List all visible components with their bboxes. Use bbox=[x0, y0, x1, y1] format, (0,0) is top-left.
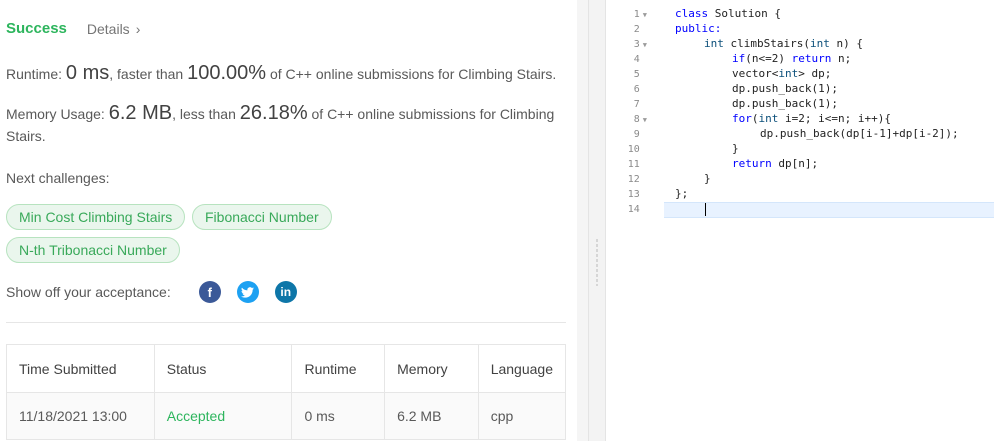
divider bbox=[6, 322, 566, 323]
line-number: 2▼ bbox=[633, 24, 640, 35]
next-challenges-label: Next challenges: bbox=[6, 170, 110, 186]
runtime-stat: Runtime: 0 ms, faster than 100.00% of C+… bbox=[6, 62, 556, 85]
runtime-suffix: of C++ online submissions for Climbing S… bbox=[266, 66, 557, 82]
col-language: Language bbox=[477, 344, 567, 393]
col-runtime: Runtime bbox=[291, 344, 386, 393]
drag-dots-icon bbox=[596, 238, 598, 286]
share-row: Show off your acceptance: f in bbox=[6, 281, 297, 303]
result-header: Success Details › bbox=[6, 20, 140, 37]
line-number: 7▼ bbox=[633, 99, 640, 110]
line-number: 5▼ bbox=[633, 69, 640, 80]
runtime-prefix: Runtime: bbox=[6, 66, 66, 82]
cell-time: 11/18/2021 13:00 bbox=[6, 392, 155, 440]
fold-arrow-icon[interactable]: ▼ bbox=[643, 41, 647, 49]
line-number: 12▼ bbox=[627, 174, 640, 185]
fold-arrow-icon[interactable]: ▼ bbox=[643, 11, 647, 19]
code-line[interactable]: }; bbox=[675, 187, 688, 200]
line-number: 14▼ bbox=[627, 204, 640, 215]
code-line[interactable]: dp.push_back(1); bbox=[732, 97, 838, 110]
code-line[interactable]: if(n<=2) return n; bbox=[732, 52, 851, 65]
line-number: 13▼ bbox=[627, 189, 640, 200]
code-line[interactable]: vector<int> dp; bbox=[732, 67, 831, 80]
code-line[interactable]: } bbox=[704, 172, 711, 185]
facebook-icon[interactable]: f bbox=[198, 281, 221, 303]
line-number: 4▼ bbox=[633, 54, 640, 65]
twitter-bird-icon bbox=[241, 286, 255, 298]
challenge-min-cost-climbing-stairs[interactable]: Min Cost Climbing Stairs bbox=[6, 204, 186, 230]
submission-result-panel: Success Details › Runtime: 0 ms, faster t… bbox=[0, 0, 588, 441]
linkedin-icon[interactable]: in bbox=[274, 281, 297, 303]
col-memory: Memory bbox=[384, 344, 479, 393]
chevron-right-icon[interactable]: › bbox=[136, 21, 141, 37]
line-number: 1 ▼ bbox=[633, 9, 647, 20]
col-time-submitted: Time Submitted bbox=[6, 344, 155, 393]
details-link[interactable]: Details › bbox=[87, 21, 140, 37]
runtime-value: 0 ms bbox=[65, 62, 110, 84]
runtime-mid: , faster than bbox=[109, 66, 188, 82]
active-line-highlight bbox=[664, 202, 994, 218]
memory-value: 6.2 MB bbox=[108, 102, 173, 124]
code-line[interactable]: } bbox=[732, 142, 739, 155]
submissions-table: Time Submitted Status Runtime Memory Lan… bbox=[6, 344, 567, 440]
code-line[interactable]: class Solution { bbox=[675, 7, 781, 20]
cell-memory: 6.2 MB bbox=[384, 392, 479, 440]
line-number: 8 ▼ bbox=[633, 114, 647, 125]
memory-prefix: Memory Usage: bbox=[6, 106, 109, 122]
memory-mid: , less than bbox=[172, 106, 240, 122]
details-label[interactable]: Details bbox=[87, 21, 130, 37]
challenge-nth-tribonacci-number[interactable]: N-th Tribonacci Number bbox=[6, 237, 180, 263]
left-scrollbar[interactable] bbox=[577, 0, 588, 441]
code-line[interactable]: for(int i=2; i<=n; i++){ bbox=[732, 112, 891, 125]
code-line[interactable]: public: bbox=[675, 22, 721, 35]
line-number: 9▼ bbox=[633, 129, 640, 140]
line-number: 3 ▼ bbox=[633, 39, 647, 50]
cell-status-accepted[interactable]: Accepted bbox=[153, 392, 293, 440]
line-number: 11▼ bbox=[627, 159, 640, 170]
memory-stat: Memory Usage: 6.2 MB, less than 26.18% o… bbox=[6, 102, 566, 147]
cell-language: cpp bbox=[477, 392, 567, 440]
twitter-icon[interactable] bbox=[236, 281, 259, 303]
fold-arrow-icon[interactable]: ▼ bbox=[643, 116, 647, 124]
col-status: Status bbox=[153, 344, 293, 393]
text-cursor bbox=[705, 203, 706, 216]
table-header-row: Time Submitted Status Runtime Memory Lan… bbox=[6, 344, 567, 393]
status-success: Success bbox=[6, 20, 67, 37]
code-line[interactable]: int climbStairs(int n) { bbox=[704, 37, 863, 50]
memory-percent: 26.18% bbox=[239, 102, 308, 124]
panel-resize-handle[interactable] bbox=[588, 0, 606, 441]
line-number: 6▼ bbox=[633, 84, 640, 95]
code-line[interactable]: dp.push_back(1); bbox=[732, 82, 838, 95]
cell-runtime: 0 ms bbox=[291, 392, 386, 440]
challenge-fibonacci-number[interactable]: Fibonacci Number bbox=[192, 204, 332, 230]
code-line[interactable]: dp.push_back(dp[i-1]+dp[i-2]); bbox=[760, 127, 959, 140]
code-line[interactable]: return dp[n]; bbox=[732, 157, 818, 170]
runtime-percent: 100.00% bbox=[187, 62, 267, 84]
share-label: Show off your acceptance: bbox=[6, 284, 171, 300]
table-row: 11/18/2021 13:00 Accepted 0 ms 6.2 MB cp… bbox=[6, 392, 567, 440]
line-number: 10▼ bbox=[627, 144, 640, 155]
